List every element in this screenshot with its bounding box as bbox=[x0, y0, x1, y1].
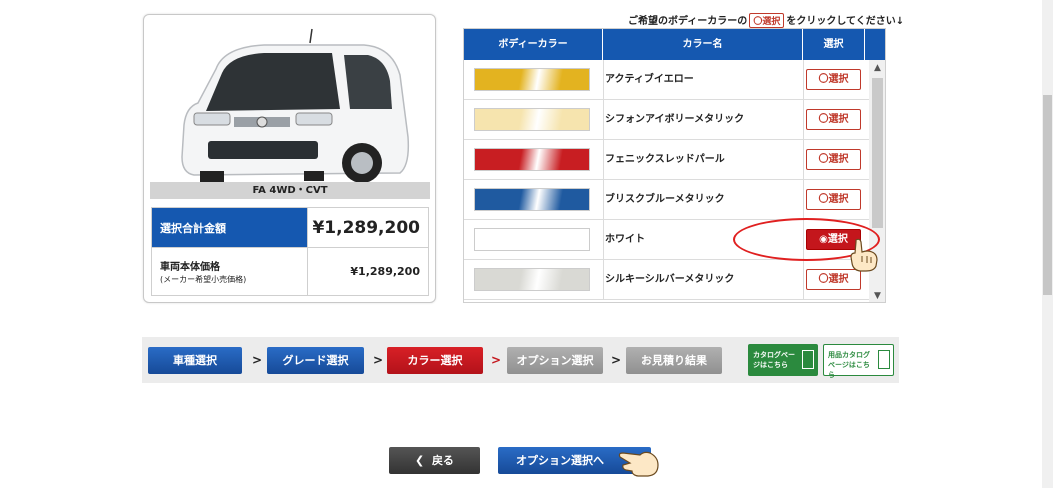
step-arrow-icon: > bbox=[491, 353, 502, 367]
catalog-link-button[interactable]: カタログページはこちら bbox=[748, 344, 818, 376]
column-divider bbox=[803, 60, 804, 100]
pointing-hand-icon bbox=[618, 451, 659, 477]
base-price-label-cell: 車両本体価格 (メーカー希望小売価格) bbox=[151, 247, 308, 296]
column-divider bbox=[803, 180, 804, 220]
color-swatch bbox=[474, 68, 590, 91]
car-summary-card: FA 4WD・CVT 選択合計金額 ¥1,289,200 車両本体価格 (メーカ… bbox=[143, 14, 436, 303]
color-swatch bbox=[474, 148, 590, 171]
step-option-select: オプション選択 bbox=[507, 347, 603, 374]
column-divider bbox=[603, 260, 604, 300]
instruction-select-sample: 〇選択 bbox=[749, 13, 785, 28]
back-button[interactable]: ❮ 戻る bbox=[389, 447, 480, 474]
column-divider bbox=[603, 220, 604, 260]
column-divider bbox=[803, 100, 804, 140]
car-image bbox=[181, 28, 410, 183]
step-grade-select[interactable]: グレード選択 bbox=[267, 347, 364, 374]
color-rows: アクティブイエロー 〇選択 シフォンアイボリーメタリック 〇選択 フェニックスレッドパー… bbox=[464, 60, 869, 300]
grade-label: FA 4WD・CVT bbox=[150, 182, 430, 199]
step-arrow-icon: > bbox=[252, 353, 263, 367]
color-swatch bbox=[474, 228, 590, 251]
catalog-book-icon bbox=[802, 350, 814, 369]
step-arrow-icon: > bbox=[611, 353, 622, 367]
catalog-link-label: カタログページはこちら bbox=[753, 351, 795, 369]
scroll-up-icon[interactable]: ▲ bbox=[869, 60, 885, 76]
select-color-button[interactable]: 〇選択 bbox=[806, 269, 861, 290]
step-navigation: 車種選択 > グレード選択 > カラー選択 > オプション選択 > お見積り結果… bbox=[142, 337, 899, 383]
column-divider bbox=[603, 180, 604, 220]
step-arrow-icon: > bbox=[373, 353, 384, 367]
color-name: シフォンアイボリーメタリック bbox=[605, 114, 745, 125]
pointing-hand-icon bbox=[850, 238, 878, 272]
window-scrollbar[interactable] bbox=[1042, 0, 1053, 488]
color-swatch bbox=[474, 108, 590, 131]
header-body-color: ボディーカラー bbox=[464, 29, 603, 60]
column-divider bbox=[603, 100, 604, 140]
step-color-select[interactable]: カラー選択 bbox=[387, 347, 483, 374]
accessory-book-icon bbox=[878, 350, 890, 369]
column-divider bbox=[603, 140, 604, 180]
instruction-before: ご希望のボディーカラーの bbox=[628, 16, 748, 27]
color-swatch bbox=[474, 188, 590, 211]
column-divider bbox=[803, 140, 804, 180]
instruction-after: をクリックしてください↓ bbox=[786, 16, 905, 27]
base-price-label: 車両本体価格 bbox=[160, 262, 220, 273]
color-name: シルキーシルバーメタリック bbox=[605, 274, 735, 285]
window-scrollbar-thumb[interactable] bbox=[1043, 95, 1052, 295]
step-car-select[interactable]: 車種選択 bbox=[148, 347, 242, 374]
color-row: フェニックスレッドパール 〇選択 bbox=[464, 140, 869, 180]
select-color-button[interactable]: 〇選択 bbox=[806, 189, 861, 210]
next-button-label: オプション選択へ bbox=[516, 454, 604, 467]
select-color-button[interactable]: 〇選択 bbox=[806, 149, 861, 170]
color-name: フェニックスレッドパール bbox=[605, 154, 725, 165]
color-row: アクティブイエロー 〇選択 bbox=[464, 60, 869, 100]
back-button-label: 戻る bbox=[431, 454, 454, 467]
base-price-sublabel: (メーカー希望小売価格) bbox=[160, 275, 247, 284]
color-name: アクティブイエロー bbox=[605, 74, 694, 85]
color-row: ブリスクブルーメタリック 〇選択 bbox=[464, 180, 869, 220]
color-name: ブリスクブルーメタリック bbox=[605, 194, 725, 205]
color-table-scroll-thumb[interactable] bbox=[872, 78, 883, 228]
color-table: ボディーカラー カラー名 選択 アクティブイエロー 〇選択 シフォンアイボリーメタリ… bbox=[463, 28, 886, 303]
header-select: 選択 bbox=[803, 29, 865, 60]
total-price-label: 選択合計金額 bbox=[151, 207, 308, 248]
header-color-name: カラー名 bbox=[603, 29, 803, 60]
chevron-left-icon: ❮ bbox=[415, 454, 432, 467]
select-color-button[interactable]: 〇選択 bbox=[806, 109, 861, 130]
color-swatch bbox=[474, 268, 590, 291]
select-color-button[interactable]: 〇選択 bbox=[806, 69, 861, 90]
column-divider bbox=[603, 60, 604, 100]
accessory-catalog-label: 用品カタログページはこちら bbox=[828, 351, 870, 379]
column-divider bbox=[803, 260, 804, 300]
step-estimate-result: お見積り結果 bbox=[626, 347, 722, 374]
color-name: ホワイト bbox=[605, 234, 645, 245]
scroll-down-icon[interactable]: ▼ bbox=[869, 288, 885, 302]
color-instruction: ご希望のボディーカラーの 〇選択 をクリックしてください↓ bbox=[628, 12, 904, 28]
color-table-header: ボディーカラー カラー名 選択 bbox=[464, 29, 885, 60]
color-row: シルキーシルバーメタリック 〇選択 bbox=[464, 260, 869, 300]
base-price-value: ¥1,289,200 bbox=[307, 247, 429, 296]
price-table: 選択合計金額 ¥1,289,200 車両本体価格 (メーカー希望小売価格) ¥1… bbox=[151, 207, 429, 296]
color-row: シフォンアイボリーメタリック 〇選択 bbox=[464, 100, 869, 140]
accessory-catalog-link-button[interactable]: 用品カタログページはこちら bbox=[823, 344, 894, 379]
page: FA 4WD・CVT 選択合計金額 ¥1,289,200 車両本体価格 (メーカ… bbox=[0, 0, 1053, 488]
total-price-value: ¥1,289,200 bbox=[307, 207, 429, 248]
